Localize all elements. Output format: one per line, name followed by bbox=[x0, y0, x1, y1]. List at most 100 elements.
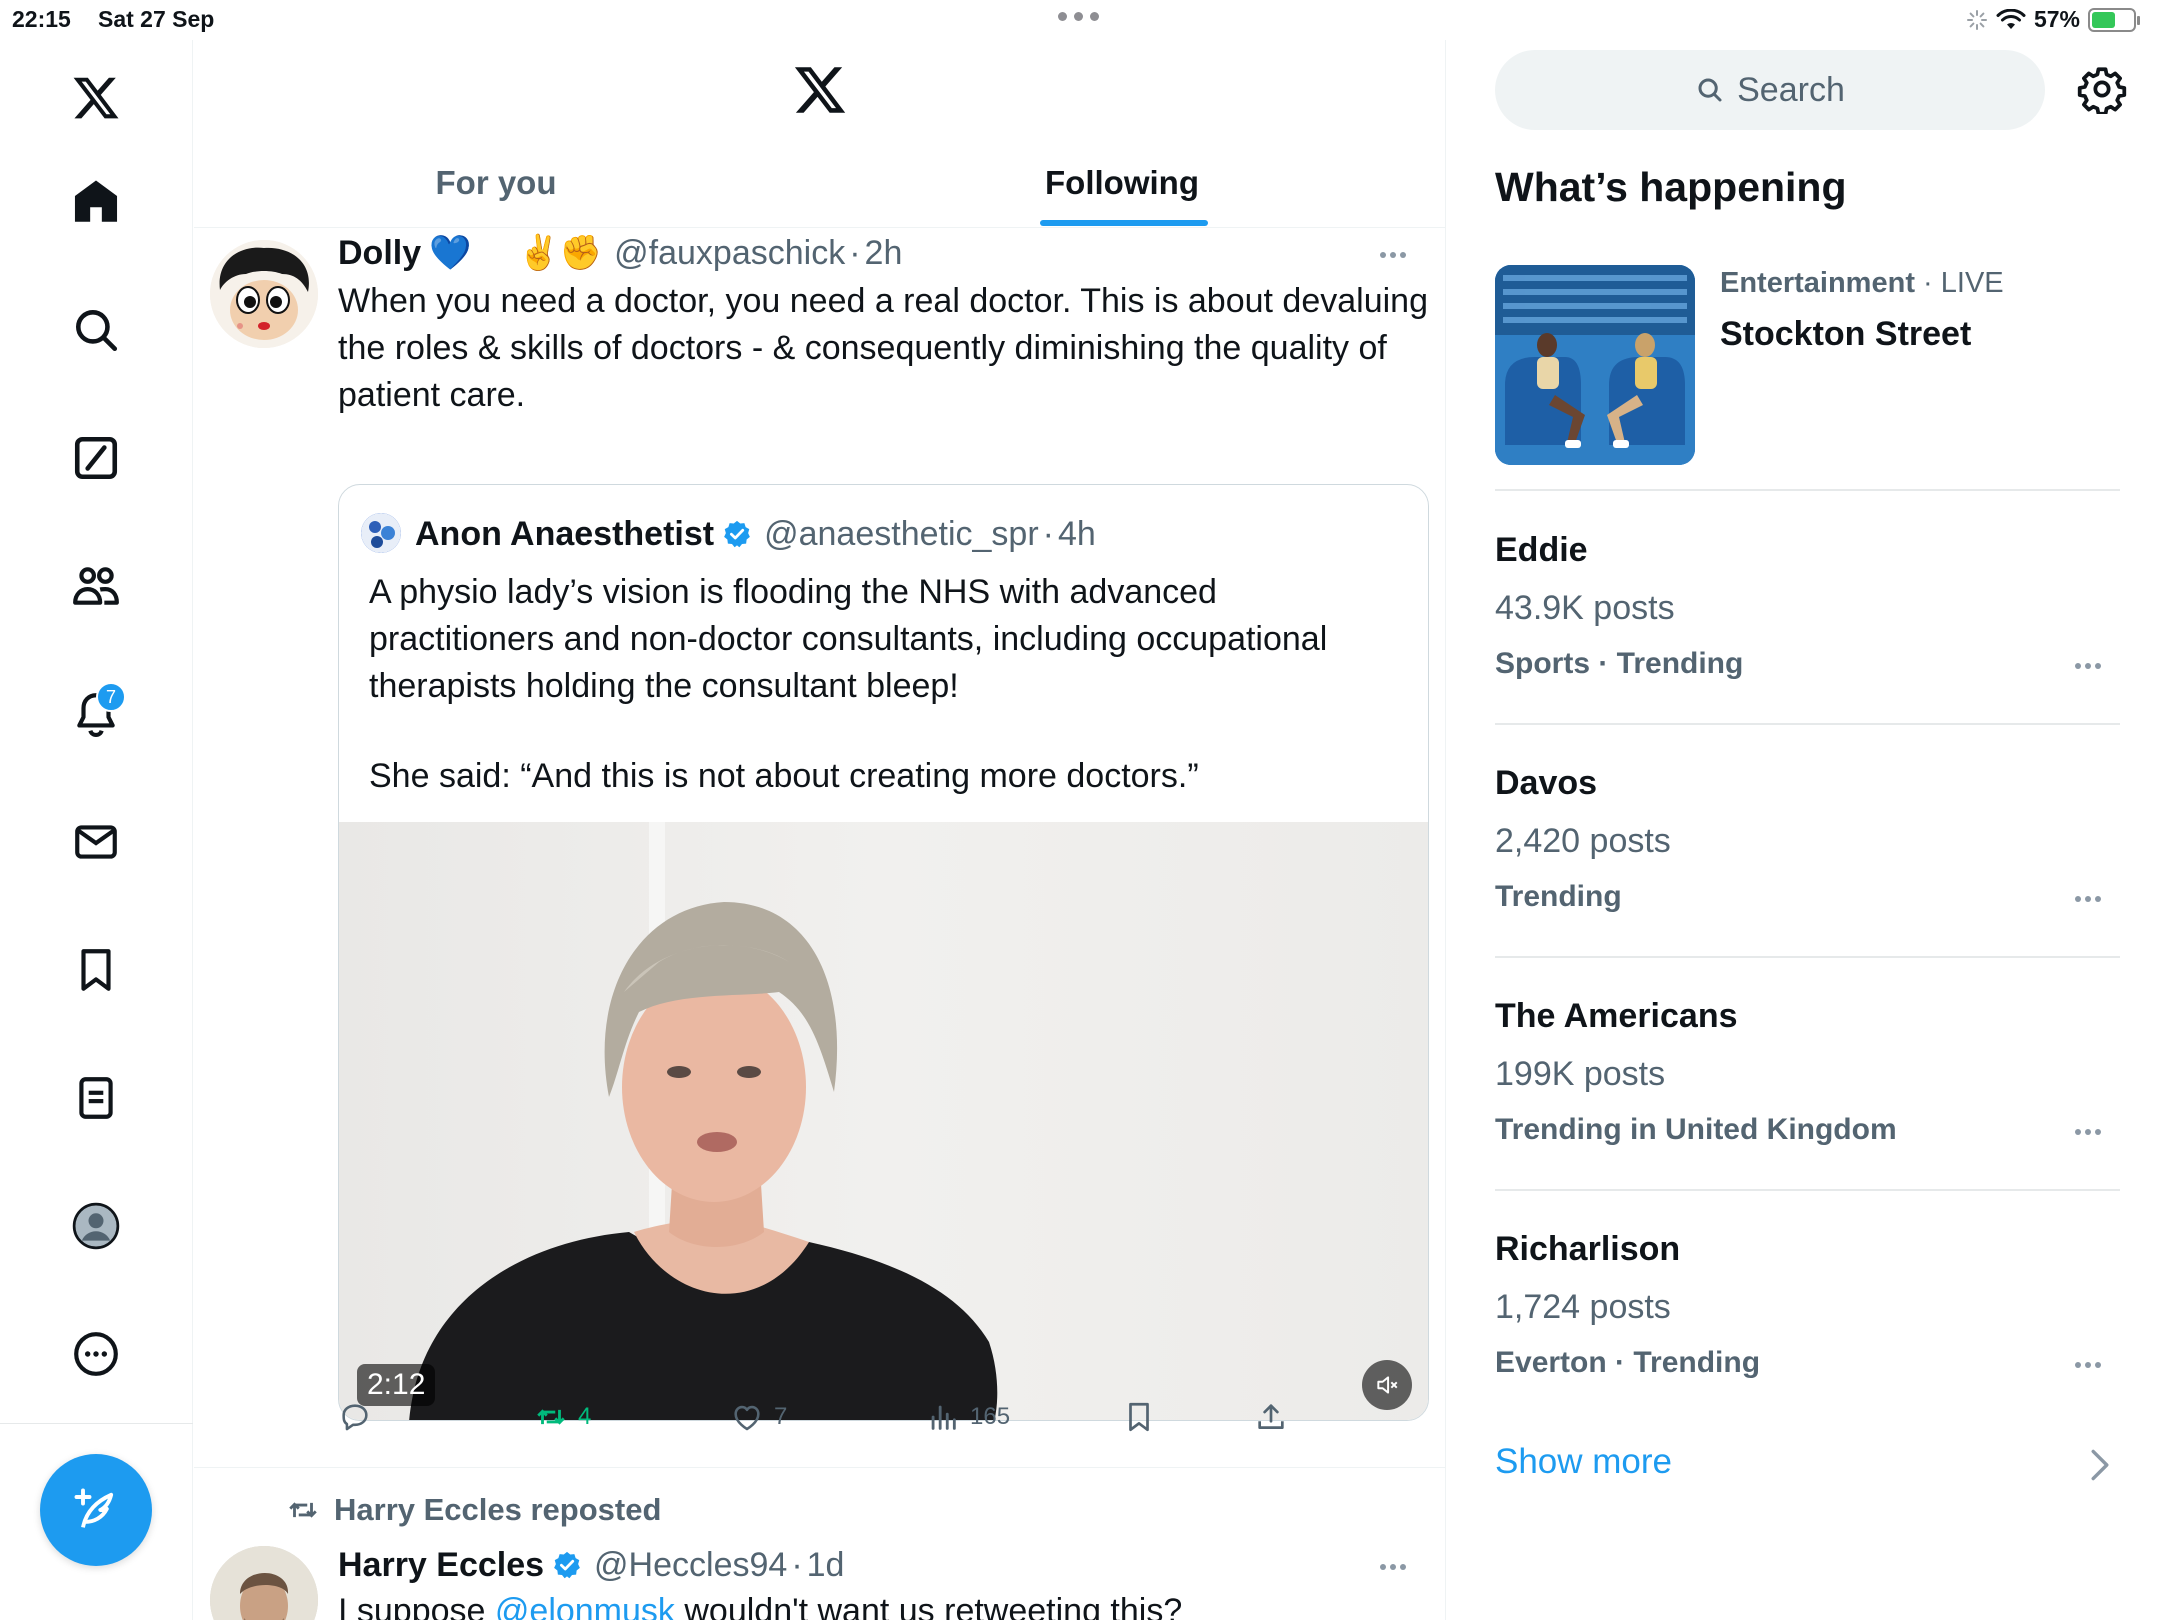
post-divider bbox=[194, 1467, 1445, 1468]
featured-trend-meta: Entertainment · LIVE bbox=[1720, 267, 2004, 300]
more-options-icon[interactable] bbox=[60, 1318, 132, 1390]
status-time: 22:15 bbox=[12, 6, 71, 32]
verified-badge-icon bbox=[724, 520, 750, 548]
post-text-prefix: I suppose bbox=[338, 1592, 495, 1620]
trend-more-icon[interactable] bbox=[2075, 896, 2101, 902]
post[interactable]: Harry Eccles @Heccles94 · 1d I suppose @… bbox=[194, 1542, 1445, 1620]
trend-item[interactable]: Eddie 43.9K posts Sports · Trending bbox=[1495, 493, 2120, 725]
avatar[interactable] bbox=[210, 240, 318, 348]
post-text: When you need a doctor, you need a real … bbox=[338, 282, 1428, 414]
like-count: 7 bbox=[774, 1403, 788, 1430]
featured-trend-image bbox=[1495, 265, 1695, 465]
like-button[interactable]: 7 bbox=[730, 1392, 787, 1442]
messages-envelope-icon[interactable] bbox=[60, 806, 132, 878]
right-sidebar: Search What’s happening Entertainment · … bbox=[1447, 40, 2160, 1620]
multitasking-dots[interactable] bbox=[1058, 12, 1099, 21]
reply-button[interactable] bbox=[338, 1392, 372, 1442]
dot-separator: · bbox=[849, 233, 861, 272]
quoted-post[interactable]: Anon Anaesthetist @anaesthetic_spr · 4h … bbox=[338, 484, 1429, 1421]
quoted-post-time[interactable]: 4h bbox=[1058, 515, 1096, 554]
avatar[interactable] bbox=[210, 1546, 318, 1620]
trend-title: Eddie bbox=[1495, 531, 1588, 569]
trend-more-icon[interactable] bbox=[2075, 1129, 2101, 1135]
search-icon bbox=[1698, 78, 1722, 102]
battery-icon bbox=[2088, 7, 2140, 32]
retweet-icon bbox=[537, 1409, 565, 1425]
trend-item[interactable]: The Americans 199K posts Trending in Uni… bbox=[1495, 959, 2120, 1191]
blue-heart-emoji: 💙 bbox=[429, 234, 472, 272]
profile-avatar-icon[interactable] bbox=[60, 1190, 132, 1262]
notifications-badge: 7 bbox=[96, 682, 126, 712]
x-logo-icon[interactable] bbox=[60, 62, 132, 134]
trend-more-icon[interactable] bbox=[2075, 1362, 2101, 1368]
mention-link[interactable]: @elonmusk bbox=[495, 1592, 675, 1620]
notifications-bell-icon[interactable]: 7 bbox=[60, 678, 132, 750]
views-button[interactable]: 165 bbox=[926, 1392, 1010, 1442]
trend-title: Davos bbox=[1495, 764, 1598, 802]
home-icon[interactable] bbox=[60, 166, 132, 238]
trend-item[interactable]: Richarlison 1,724 posts Everton · Trendi… bbox=[1495, 1192, 2120, 1424]
trend-post-count: 2,420 posts bbox=[1495, 822, 1671, 860]
post-time[interactable]: 1d bbox=[807, 1546, 845, 1585]
timeline-tabs: For you Following bbox=[194, 158, 1445, 228]
tab-following[interactable]: Following bbox=[798, 158, 1445, 228]
dot-separator: · bbox=[791, 1545, 803, 1584]
author-handle[interactable]: @Heccles94 bbox=[594, 1546, 787, 1585]
x-logo-icon[interactable] bbox=[792, 62, 848, 118]
post-text: I suppose @elonmusk wouldn't want us ret… bbox=[338, 1588, 1433, 1620]
trend-category: Trending bbox=[1495, 880, 1622, 913]
peace-fist-emoji: ✌️✊ bbox=[517, 234, 603, 272]
meta-separator: · bbox=[1914, 267, 1941, 299]
settings-gear-icon[interactable] bbox=[2077, 64, 2127, 114]
post-more-icon[interactable] bbox=[1380, 1564, 1406, 1570]
bookmark-button[interactable] bbox=[1122, 1392, 1156, 1442]
repost-icon bbox=[289, 1502, 317, 1518]
communities-icon[interactable] bbox=[60, 550, 132, 622]
dot-separator: · bbox=[1042, 514, 1054, 553]
search-bar[interactable]: Search bbox=[1495, 50, 2045, 130]
chevron-right-icon[interactable] bbox=[2089, 1448, 2111, 1482]
post[interactable]: Dolly 💙 ✌️✊ @fauxpaschick · 2h When you … bbox=[194, 230, 1445, 1467]
trend-item[interactable]: Davos 2,420 posts Trending bbox=[1495, 726, 2120, 958]
bookmark-icon bbox=[1129, 1402, 1149, 1432]
battery-percent: 57% bbox=[2033, 6, 2080, 32]
share-button[interactable] bbox=[1254, 1392, 1288, 1442]
timeline: For you Following Dolly 💙 ✌️✊ @fauxpasch… bbox=[194, 40, 1446, 1620]
post-more-icon[interactable] bbox=[1380, 252, 1406, 258]
heart-icon bbox=[734, 1405, 760, 1431]
show-more-link[interactable]: Show more bbox=[1495, 1442, 1672, 1482]
post-header: Dolly 💙 ✌️✊ @fauxpaschick · 2h bbox=[338, 230, 902, 276]
active-tab-indicator bbox=[1040, 220, 1208, 226]
live-label: LIVE bbox=[1940, 267, 2004, 299]
search-placeholder: Search bbox=[1737, 70, 1845, 109]
quoted-author-handle[interactable]: @anaesthetic_spr bbox=[764, 515, 1039, 554]
author-name[interactable]: Harry Eccles bbox=[338, 1546, 544, 1585]
grok-icon[interactable] bbox=[60, 422, 132, 494]
trend-post-count: 1,724 posts bbox=[1495, 1288, 1671, 1326]
author-name[interactable]: Dolly bbox=[338, 234, 421, 273]
featured-trend[interactable]: Entertainment · LIVE Stockton Street bbox=[1495, 265, 2120, 491]
quoted-author-name[interactable]: Anon Anaesthetist bbox=[415, 515, 714, 554]
reply-icon bbox=[342, 1404, 368, 1431]
quoted-avatar[interactable] bbox=[361, 513, 401, 553]
post-time[interactable]: 2h bbox=[865, 234, 903, 273]
video-frame bbox=[409, 822, 998, 1420]
trend-category: Everton · Trending bbox=[1495, 1346, 1761, 1379]
retweet-button[interactable]: 4 bbox=[534, 1392, 591, 1442]
verified-badge-icon bbox=[554, 1551, 580, 1579]
tab-for-you[interactable]: For you bbox=[194, 158, 798, 228]
post-action-bar: 4 7 165 bbox=[338, 1392, 1338, 1442]
trend-more-icon[interactable] bbox=[2075, 663, 2101, 669]
repost-indicator[interactable]: Harry Eccles reposted bbox=[286, 1492, 661, 1528]
views-count: 165 bbox=[970, 1403, 1011, 1430]
whats-happening-heading: What’s happening bbox=[1495, 164, 1847, 210]
bookmarks-icon[interactable] bbox=[60, 934, 132, 1006]
mute-toggle-icon[interactable] bbox=[1362, 1360, 1412, 1410]
video-player[interactable]: 2:12 bbox=[339, 822, 1428, 1420]
explore-search-icon[interactable] bbox=[60, 294, 132, 366]
wifi-icon bbox=[1996, 8, 2026, 29]
lists-icon[interactable] bbox=[60, 1062, 132, 1134]
compose-post-button[interactable] bbox=[40, 1454, 152, 1566]
views-chart-icon bbox=[931, 1405, 956, 1430]
author-handle[interactable]: @fauxpaschick bbox=[614, 234, 845, 273]
